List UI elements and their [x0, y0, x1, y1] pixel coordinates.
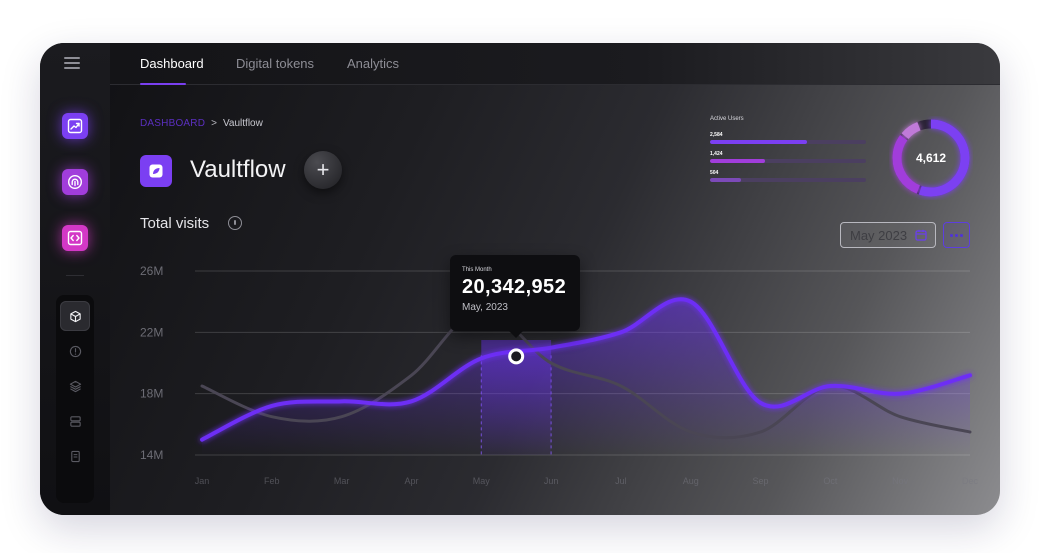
- breadcrumb-current: Vaultflow: [223, 118, 263, 129]
- x-tick-label: Oct: [823, 476, 838, 486]
- y-tick-label: 14M: [140, 448, 163, 462]
- x-tick-label: Jun: [544, 476, 559, 486]
- tooltip-label: This Month: [462, 267, 492, 273]
- tooltip-date: May, 2023: [462, 302, 508, 313]
- tool-cube[interactable]: [60, 301, 90, 331]
- menu-icon[interactable]: [64, 57, 84, 71]
- breadcrumb-separator: >: [211, 118, 217, 129]
- active-users-row: 1,424: [710, 151, 870, 170]
- progress-fill: [710, 140, 807, 144]
- x-tick-label: Dec: [962, 476, 979, 486]
- progress-track: [710, 140, 866, 144]
- active-users-value: 2,584: [710, 132, 723, 138]
- calendar-icon: [915, 229, 927, 241]
- y-tick-label: 26M: [140, 264, 163, 278]
- progress-track: [710, 178, 866, 182]
- section-title: Total visits: [140, 215, 210, 232]
- x-tick-label: Jan: [195, 476, 210, 486]
- series-line-previous: [200, 307, 972, 440]
- sidebar: [40, 43, 110, 515]
- more-dot: [955, 233, 958, 237]
- active-users-total: 4,612: [915, 151, 947, 165]
- y-tick-label: 18M: [140, 387, 163, 401]
- add-button[interactable]: +: [304, 151, 342, 189]
- series-area: [202, 299, 970, 455]
- vaultflow-logo-icon: [149, 164, 163, 178]
- progress-track: [710, 159, 866, 163]
- more-options-button[interactable]: [943, 222, 970, 248]
- project-logo: [140, 155, 172, 187]
- app-window: Dashboard Digital tokens Analytics DASHB…: [40, 43, 1000, 515]
- y-tick-label: 22M: [140, 325, 163, 339]
- layers-icon: [69, 380, 81, 392]
- sidebar-divider: [66, 275, 84, 276]
- x-tick-label: Aug: [683, 476, 699, 486]
- x-tick-label: Mar: [334, 476, 350, 486]
- active-users-panel: Active Users 2,584 1,424 504: [710, 116, 870, 189]
- sidebar-app-trending[interactable]: [62, 113, 88, 139]
- cube-icon: [69, 310, 81, 322]
- top-nav: Dashboard Digital tokens Analytics: [110, 43, 1000, 85]
- more-dot: [960, 233, 963, 237]
- x-tick-label: Sep: [753, 476, 769, 486]
- breadcrumb: DASHBOARD > Vaultflow: [140, 118, 263, 129]
- document-icon: [70, 450, 80, 462]
- x-tick-label: May: [473, 476, 491, 486]
- x-tick-label: Nov: [892, 476, 909, 486]
- active-users-value: 504: [710, 170, 719, 176]
- tool-alert[interactable]: [60, 336, 90, 366]
- active-users-title: Active Users: [710, 116, 744, 122]
- trending-up-icon: [67, 118, 83, 134]
- sidebar-app-code[interactable]: [62, 225, 88, 251]
- more-dot: [950, 233, 953, 237]
- fingerprint-icon: [67, 174, 83, 190]
- date-picker-label: May 2023: [850, 227, 908, 243]
- active-users-row: 504: [710, 170, 870, 189]
- project-title: Vaultflow: [190, 156, 286, 183]
- date-picker[interactable]: May 2023: [840, 222, 936, 248]
- sidebar-app-fingerprint[interactable]: [62, 169, 88, 195]
- chart-tooltip: This Month 20,342,952 May, 2023: [450, 255, 580, 338]
- progress-fill: [710, 178, 742, 182]
- info-icon[interactable]: [228, 216, 242, 230]
- highlight-point[interactable]: [508, 348, 525, 365]
- x-tick-label: Apr: [404, 476, 418, 486]
- tab-digital-tokens[interactable]: Digital tokens: [236, 56, 314, 71]
- progress-fill: [710, 159, 765, 163]
- active-users-row: 2,584: [710, 132, 870, 151]
- x-tick-label: Feb: [264, 476, 280, 486]
- tool-layers[interactable]: [60, 371, 90, 401]
- tab-dashboard[interactable]: Dashboard: [140, 56, 204, 71]
- tab-active-indicator: [140, 83, 186, 85]
- tool-document[interactable]: [60, 441, 90, 471]
- tooltip-value: 20,342,952: [462, 276, 567, 298]
- alert-circle-icon: [69, 345, 81, 357]
- breadcrumb-root[interactable]: DASHBOARD: [140, 118, 205, 129]
- series-line-visits: [200, 297, 972, 442]
- x-tick-label: Jul: [615, 476, 627, 486]
- tool-panel: [56, 295, 94, 503]
- tool-server[interactable]: [60, 406, 90, 436]
- code-icon: [67, 230, 83, 246]
- tab-analytics[interactable]: Analytics: [347, 56, 399, 71]
- active-users-value: 1,424: [710, 151, 723, 157]
- server-icon: [69, 415, 81, 427]
